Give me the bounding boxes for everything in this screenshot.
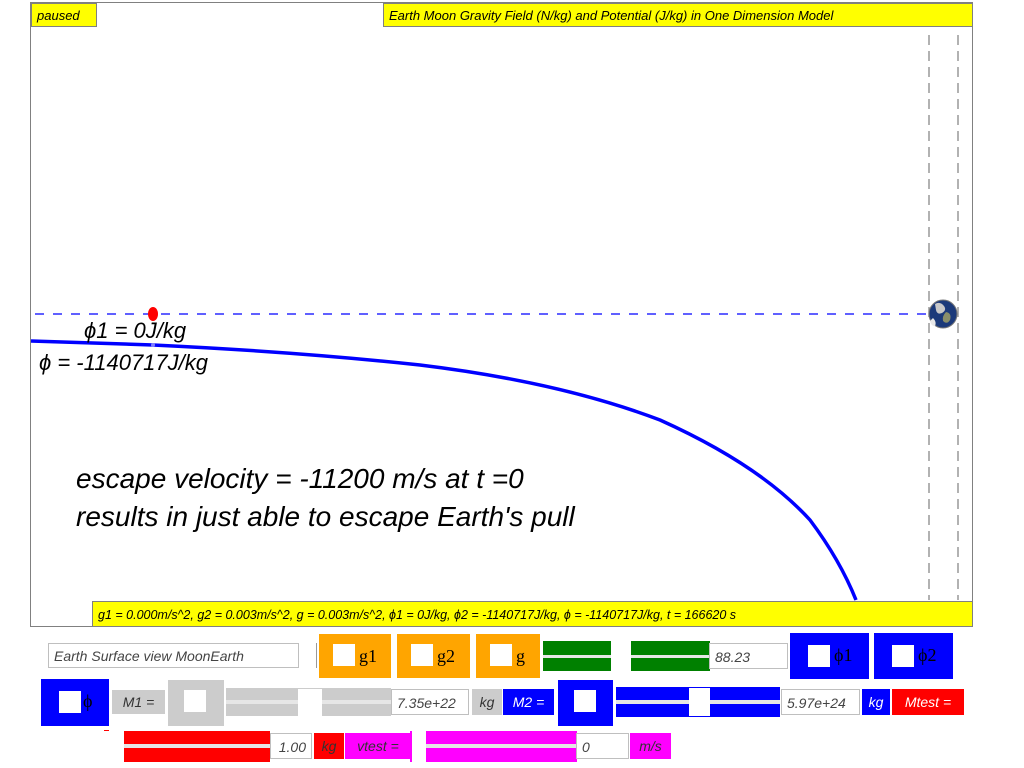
m2-label: M2 = bbox=[503, 689, 554, 715]
note-line2: results in just able to escape Earth's p… bbox=[76, 501, 575, 532]
m2-toggle[interactable] bbox=[558, 680, 613, 726]
m1-checkbox[interactable] bbox=[184, 690, 206, 712]
phi1-checkbox[interactable] bbox=[808, 645, 830, 667]
g2-toggle[interactable]: g2 bbox=[397, 634, 470, 678]
vtest-slider-edge bbox=[410, 731, 412, 762]
status-bar: g1 = 0.000m/s^2, g2 = 0.003m/s^2, g = 0.… bbox=[92, 601, 973, 627]
m1-slider-thumb[interactable] bbox=[298, 689, 322, 716]
phi1-readout: ϕ1 = 0J/kg bbox=[84, 318, 187, 343]
phi-checkbox[interactable] bbox=[59, 691, 81, 713]
phi-toggle[interactable]: ϕ bbox=[41, 679, 109, 726]
m1-slider[interactable] bbox=[226, 688, 391, 716]
vtest-slider[interactable] bbox=[426, 731, 577, 762]
g1-toggle[interactable]: g1 bbox=[319, 634, 391, 678]
green-slider-left[interactable] bbox=[543, 641, 611, 671]
mtest-label: Mtest = bbox=[892, 689, 964, 715]
earth-icon[interactable] bbox=[928, 299, 958, 329]
mtest-slider[interactable] bbox=[124, 731, 270, 762]
mtest-value-field[interactable]: 1.00 bbox=[270, 733, 312, 759]
m2-value-field[interactable]: 5.97e+24 bbox=[781, 689, 860, 715]
slider-value-field[interactable]: 88.23 bbox=[709, 643, 788, 669]
green-slider-right[interactable] bbox=[631, 641, 710, 671]
separator bbox=[316, 643, 317, 668]
vtest-label: vtest = bbox=[345, 733, 411, 759]
m2-checkbox[interactable] bbox=[574, 690, 596, 712]
phi2-checkbox[interactable] bbox=[892, 645, 914, 667]
phi-readout: ϕ = -1140717J/kg bbox=[39, 350, 208, 375]
vtest-value-field[interactable]: 0 bbox=[576, 733, 629, 759]
g1-checkbox[interactable] bbox=[333, 644, 355, 666]
g-checkbox[interactable] bbox=[490, 644, 512, 666]
g2-checkbox[interactable] bbox=[411, 644, 433, 666]
m1-unit: kg bbox=[472, 689, 502, 715]
m1-toggle[interactable] bbox=[168, 680, 224, 726]
mtest-unit: kg bbox=[314, 733, 344, 759]
phi2-toggle[interactable]: ϕ2 bbox=[874, 633, 953, 679]
vtest-unit: m/s bbox=[630, 733, 671, 759]
note-line1: escape velocity = -11200 m/s at t =0 bbox=[76, 463, 524, 494]
m1-value-field[interactable]: 7.35e+22 bbox=[391, 689, 469, 715]
row-divider bbox=[104, 730, 109, 731]
m1-label: M1 = bbox=[112, 690, 165, 714]
m2-slider-thumb[interactable] bbox=[689, 688, 710, 716]
phi1-toggle[interactable]: ϕ1 bbox=[790, 633, 869, 679]
g-toggle[interactable]: g bbox=[476, 634, 540, 678]
view-select[interactable]: Earth Surface view MoonEarth bbox=[48, 643, 299, 668]
m2-unit: kg bbox=[862, 689, 890, 715]
m2-slider[interactable] bbox=[616, 687, 780, 717]
